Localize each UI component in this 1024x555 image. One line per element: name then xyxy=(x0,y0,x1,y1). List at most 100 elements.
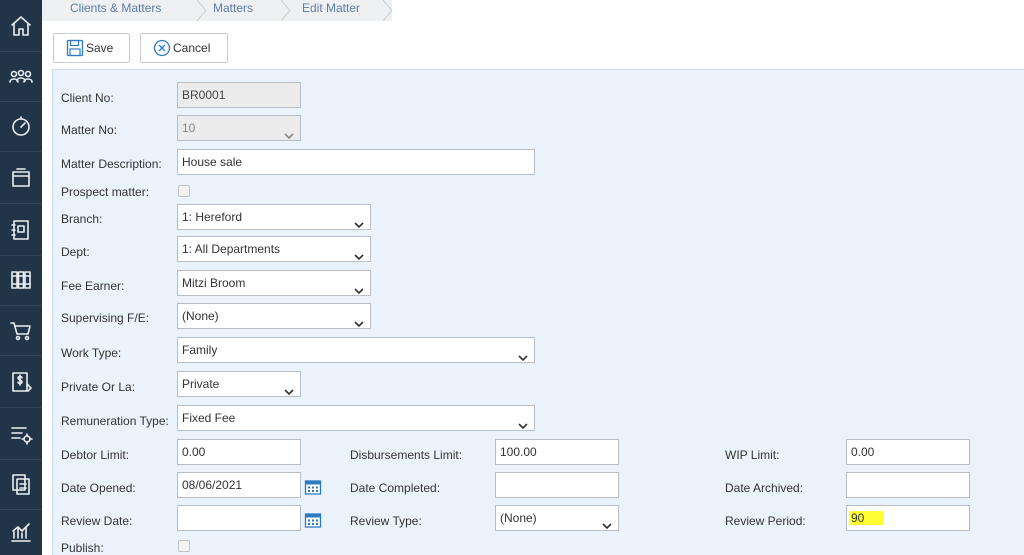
remuneration-type-label: Remuneration Type: xyxy=(61,414,169,428)
nav-dashboard[interactable] xyxy=(0,100,42,152)
library-icon xyxy=(11,270,31,289)
nav-reports[interactable] xyxy=(0,508,42,555)
chevron-down-icon xyxy=(518,414,528,430)
fee-earner-label: Fee Earner: xyxy=(61,279,125,293)
nav-documents[interactable] xyxy=(0,458,42,510)
nav-home[interactable] xyxy=(0,0,42,52)
remuneration-type-select[interactable]: Fixed Fee xyxy=(177,405,535,431)
matter-description-value: House sale xyxy=(182,155,243,169)
breadcrumb-edit-matter: Edit Matter xyxy=(302,1,361,15)
floppy-disk-icon xyxy=(66,39,84,57)
date-completed-input[interactable] xyxy=(495,472,619,498)
save-label: Save xyxy=(86,41,114,55)
sidebar xyxy=(0,0,42,555)
cancel-circle-icon xyxy=(153,39,171,57)
matter-no-value: 10 xyxy=(182,121,196,135)
nav-notebook[interactable] xyxy=(0,204,42,256)
debtor-limit-input[interactable]: 0.00 xyxy=(177,439,301,465)
chevron-down-icon xyxy=(354,279,364,295)
chevron-down-icon xyxy=(518,346,528,362)
toolbar: Save Cancel xyxy=(42,21,1024,68)
publish-label: Publish: xyxy=(61,541,104,555)
documents-icon xyxy=(12,473,30,495)
chevron-down-icon xyxy=(602,514,612,530)
list-settings-icon xyxy=(11,426,33,445)
date-opened-value: 08/06/2021 xyxy=(182,478,243,492)
breadcrumb: Clients & Matters Matters Edit Matter xyxy=(42,0,1024,22)
remuneration-type-value: Fixed Fee xyxy=(182,411,236,425)
review-period-value: 90 xyxy=(849,511,885,525)
private-or-la-value: Private xyxy=(182,377,220,391)
prospect-matter-checkbox[interactable] xyxy=(178,185,190,197)
disbursements-limit-label: Disbursements Limit: xyxy=(350,448,463,462)
calendar-icon[interactable] xyxy=(304,478,322,496)
breadcrumb-separator xyxy=(280,0,292,22)
nav-list-settings[interactable] xyxy=(0,408,42,460)
chevron-down-icon xyxy=(354,245,364,261)
save-button[interactable]: Save xyxy=(53,33,130,63)
dept-select[interactable]: 1: All Departments xyxy=(177,236,371,262)
review-period-input[interactable]: 90 xyxy=(846,505,970,531)
debtor-limit-label: Debtor Limit: xyxy=(61,448,130,462)
home-icon xyxy=(11,15,31,36)
work-type-value: Family xyxy=(182,343,218,357)
nav-cart[interactable] xyxy=(0,304,42,356)
private-or-la-label: Private Or La: xyxy=(61,380,136,394)
review-type-value: (None) xyxy=(500,511,537,525)
supervising-fe-select[interactable]: (None) xyxy=(177,303,371,329)
cancel-label: Cancel xyxy=(173,41,211,55)
edit-matter-form: Client No: BR0001 Matter No: 10 Matter D… xyxy=(52,69,1024,555)
matter-no-label: Matter No: xyxy=(61,123,118,137)
client-no-field: BR0001 xyxy=(177,82,301,108)
notebook-icon xyxy=(11,219,29,240)
wip-limit-label: WIP Limit: xyxy=(725,448,780,462)
work-type-label: Work Type: xyxy=(61,346,122,360)
debtor-limit-value: 0.00 xyxy=(182,445,206,459)
chevron-down-icon xyxy=(284,124,294,140)
people-icon xyxy=(9,69,33,83)
chevron-down-icon xyxy=(284,380,294,396)
chevron-down-icon xyxy=(354,213,364,229)
nav-archive[interactable] xyxy=(0,152,42,204)
prospect-matter-label: Prospect matter: xyxy=(61,185,150,199)
review-type-select[interactable]: (None) xyxy=(495,505,619,531)
disbursements-limit-input[interactable]: 100.00 xyxy=(495,439,619,465)
calendar-icon[interactable] xyxy=(304,511,322,529)
branch-value: 1: Hereford xyxy=(182,210,243,224)
disbursements-limit-value: 100.00 xyxy=(500,445,537,459)
chevron-down-icon xyxy=(354,312,364,328)
dashboard-icon xyxy=(12,115,30,136)
matter-no-select: 10 xyxy=(177,115,301,141)
nav-billing[interactable] xyxy=(0,356,42,408)
cancel-button[interactable]: Cancel xyxy=(140,33,228,63)
date-opened-label: Date Opened: xyxy=(61,481,136,495)
client-no-label: Client No: xyxy=(61,91,114,105)
archive-box-icon xyxy=(12,167,30,187)
nav-clients[interactable] xyxy=(0,50,42,102)
private-or-la-select[interactable]: Private xyxy=(177,371,301,397)
cart-icon xyxy=(10,321,31,340)
client-no-value: BR0001 xyxy=(182,88,226,102)
branch-label: Branch: xyxy=(61,212,103,226)
breadcrumb-clients-matters[interactable]: Clients & Matters xyxy=(70,0,161,21)
wip-limit-input[interactable]: 0.00 xyxy=(846,439,970,465)
matter-description-label: Matter Description: xyxy=(61,157,162,171)
review-date-input[interactable] xyxy=(177,505,301,531)
billing-icon xyxy=(12,371,32,392)
reports-icon xyxy=(11,522,31,542)
publish-checkbox[interactable] xyxy=(178,540,190,552)
nav-library[interactable] xyxy=(0,254,42,306)
breadcrumb-matters[interactable]: Matters xyxy=(213,0,253,21)
date-archived-input[interactable] xyxy=(846,472,970,498)
branch-select[interactable]: 1: Hereford xyxy=(177,204,371,230)
date-completed-label: Date Completed: xyxy=(350,481,441,495)
date-archived-label: Date Archived: xyxy=(725,481,804,495)
work-type-select[interactable]: Family xyxy=(177,337,535,363)
date-opened-input[interactable]: 08/06/2021 xyxy=(177,472,301,498)
review-date-label: Review Date: xyxy=(61,514,133,528)
supervising-fe-label: Supervising F/E: xyxy=(61,311,150,325)
fee-earner-select[interactable]: Mitzi Broom xyxy=(177,270,371,296)
matter-description-input[interactable]: House sale xyxy=(177,149,535,175)
dept-value: 1: All Departments xyxy=(182,242,281,256)
supervising-fe-value: (None) xyxy=(182,309,219,323)
